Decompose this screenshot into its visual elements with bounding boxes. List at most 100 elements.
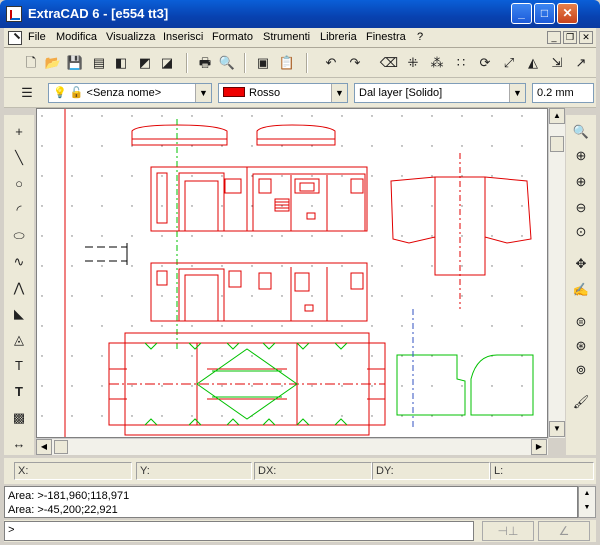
mdi-close-button[interactable]: ✕	[579, 31, 593, 44]
chevron-down-icon[interactable]: ▼	[331, 84, 347, 102]
vertical-scrollbar[interactable]: ▲ ▼	[548, 108, 565, 438]
drawing-canvas[interactable]	[36, 108, 548, 438]
properties-icon[interactable]: ▣	[252, 52, 274, 74]
scroll-right-icon[interactable]: ▶	[531, 439, 547, 455]
scroll-up-icon[interactable]: ▲	[579, 487, 595, 501]
menu-finestra[interactable]: Finestra	[366, 31, 406, 43]
line-icon[interactable]: ╲	[8, 147, 30, 169]
undo-icon[interactable]: ↶	[320, 52, 342, 74]
polygon-fill-icon[interactable]: ◣	[8, 303, 30, 325]
scale-icon[interactable]: ⤢	[498, 52, 520, 74]
window-title: ExtraCAD 6 - [e554 tt3]	[28, 6, 169, 21]
zoom-out-icon[interactable]: ⊖	[570, 197, 592, 219]
save-icon[interactable]: 💾	[64, 52, 86, 74]
text-icon[interactable]: T	[8, 355, 30, 377]
menu-strumenti[interactable]: Strumenti	[263, 31, 310, 43]
scroll-up-icon[interactable]: ▲	[549, 108, 565, 124]
document-icon[interactable]	[8, 31, 22, 45]
menu-inserisci[interactable]: Inserisci	[163, 31, 203, 43]
command-history-line: Area: >-45,200;22,921	[8, 504, 118, 516]
scroll-left-icon[interactable]: ◀	[36, 439, 52, 455]
print-icon[interactable]: 🖶	[194, 52, 216, 74]
color-swatch	[223, 87, 245, 97]
offset-icon[interactable]: ↗	[570, 52, 592, 74]
coordinate-input-icon[interactable]: ⊣⊥	[482, 521, 534, 541]
zoom-previous-icon[interactable]: ⊙	[570, 221, 592, 243]
mdi-restore-button[interactable]: ❐	[563, 31, 577, 44]
copy-object-icon[interactable]: ⁂	[426, 52, 448, 74]
zoom-extents-icon[interactable]: ⊕	[570, 145, 592, 167]
dx-coordinate: DX:	[254, 462, 372, 480]
point-icon[interactable]: +	[8, 121, 30, 143]
length-value: L:	[490, 462, 594, 480]
layer-select[interactable]: 💡 🔓 <Senza nome> ▼	[48, 83, 212, 103]
menu-help[interactable]: ?	[417, 31, 423, 43]
command-history[interactable]: Area: >-181,960;118,971 Area: >-45,200;2…	[4, 486, 578, 518]
menu-modifica[interactable]: Modifica	[56, 31, 97, 43]
bold-text-icon[interactable]: T	[8, 381, 30, 403]
redo-icon[interactable]: ↷	[344, 52, 366, 74]
mirror-icon[interactable]: ◭	[522, 52, 544, 74]
dimension-icon[interactable]: ↔	[8, 433, 30, 455]
menu-visualizza[interactable]: Visualizza	[106, 31, 155, 43]
title-bar[interactable]: ExtraCAD 6 - [e554 tt3] _ □ ✕	[0, 0, 600, 28]
print-preview-icon[interactable]: 🔍	[216, 52, 238, 74]
export-icon[interactable]: ◪	[156, 52, 178, 74]
chevron-down-icon[interactable]: ▼	[509, 84, 525, 102]
vertical-scroll-thumb[interactable]	[550, 136, 564, 152]
horizontal-scrollbar[interactable]: ◀ ▶	[36, 438, 548, 455]
new-file-icon[interactable]: 🗋	[20, 52, 42, 74]
chevron-down-icon[interactable]: ▼	[195, 84, 211, 102]
redraw-icon[interactable]: ✍	[570, 279, 592, 301]
zoom-center-icon[interactable]: ⊚	[570, 359, 592, 381]
command-history-scrollbar[interactable]: ▲ ▼	[578, 486, 596, 518]
rotate-icon[interactable]: ⟳	[474, 52, 496, 74]
zoom-1-icon[interactable]: ⊜	[570, 311, 592, 333]
save-all-icon[interactable]: ▤	[88, 52, 110, 74]
lineweight-select[interactable]: 0.2 mm	[532, 83, 594, 103]
maximize-button[interactable]: □	[534, 3, 555, 24]
lightbulb-icon[interactable]: 💡	[53, 87, 67, 99]
properties-toolbar: ☰ 💡 🔓 <Senza nome> ▼ Rosso ▼ Dal layer […	[4, 78, 596, 108]
array-icon[interactable]: ∷	[450, 52, 472, 74]
menu-libreria[interactable]: Libreria	[320, 31, 357, 43]
angle-input-icon[interactable]: ∠	[538, 521, 590, 541]
zoom-in-icon[interactable]: ⊕	[570, 171, 592, 193]
brush-icon[interactable]: 🖌	[570, 391, 592, 413]
pan-icon[interactable]: ✥	[570, 253, 592, 275]
menu-formato[interactable]: Formato	[212, 31, 253, 43]
y-coordinate: Y:	[136, 462, 252, 480]
lineweight-value: 0.2 mm	[537, 87, 574, 99]
block-icon[interactable]: ◧	[110, 52, 132, 74]
mdi-minimize-button[interactable]: _	[547, 31, 561, 44]
lock-icon[interactable]: 🔓	[70, 87, 84, 99]
scroll-down-icon[interactable]: ▼	[549, 421, 565, 437]
hatch-icon[interactable]: ◬	[8, 329, 30, 351]
open-folder-icon[interactable]: 📂	[42, 52, 64, 74]
app-icon[interactable]	[6, 6, 22, 22]
clipboard-icon[interactable]: 📋	[276, 52, 298, 74]
erase-icon[interactable]: ⌫	[378, 52, 400, 74]
minimize-button[interactable]: _	[511, 3, 532, 24]
layers-icon[interactable]: ☰	[16, 82, 38, 104]
menu-file[interactable]: File	[28, 31, 46, 43]
close-button[interactable]: ✕	[557, 3, 578, 24]
polyline-icon[interactable]: ⋀	[8, 277, 30, 299]
zoom-all-icon[interactable]: ⊛	[570, 335, 592, 357]
ellipse-icon[interactable]: ⬭	[8, 225, 30, 247]
arc-icon[interactable]: ◜	[8, 199, 30, 221]
command-input[interactable]: >	[4, 521, 474, 541]
move-object-icon[interactable]: ⁜	[402, 52, 424, 74]
stretch-icon[interactable]: ⇲	[546, 52, 568, 74]
standard-toolbar: 🗋 📂 💾 ▤ ◧ ◩ ◪ 🖶 🔍 ▣ 📋 ↶ ↷ ⌫ ⁜ ⁂ ∷ ⟳ ⤢ ◭ …	[4, 48, 596, 78]
color-select[interactable]: Rosso ▼	[218, 83, 348, 103]
zoom-window-icon[interactable]: 🔍	[570, 121, 592, 143]
linetype-select[interactable]: Dal layer [Solido] ▼	[354, 83, 526, 103]
spline-icon[interactable]: ∿	[8, 251, 30, 273]
scroll-down-icon[interactable]: ▼	[579, 501, 595, 515]
import-icon[interactable]: ◩	[134, 52, 156, 74]
horizontal-scroll-thumb[interactable]	[54, 440, 68, 454]
status-bar: X: Y: DX: DY: L:	[4, 458, 596, 484]
circle-icon[interactable]: ○	[8, 173, 30, 195]
image-icon[interactable]: ▩	[8, 407, 30, 429]
